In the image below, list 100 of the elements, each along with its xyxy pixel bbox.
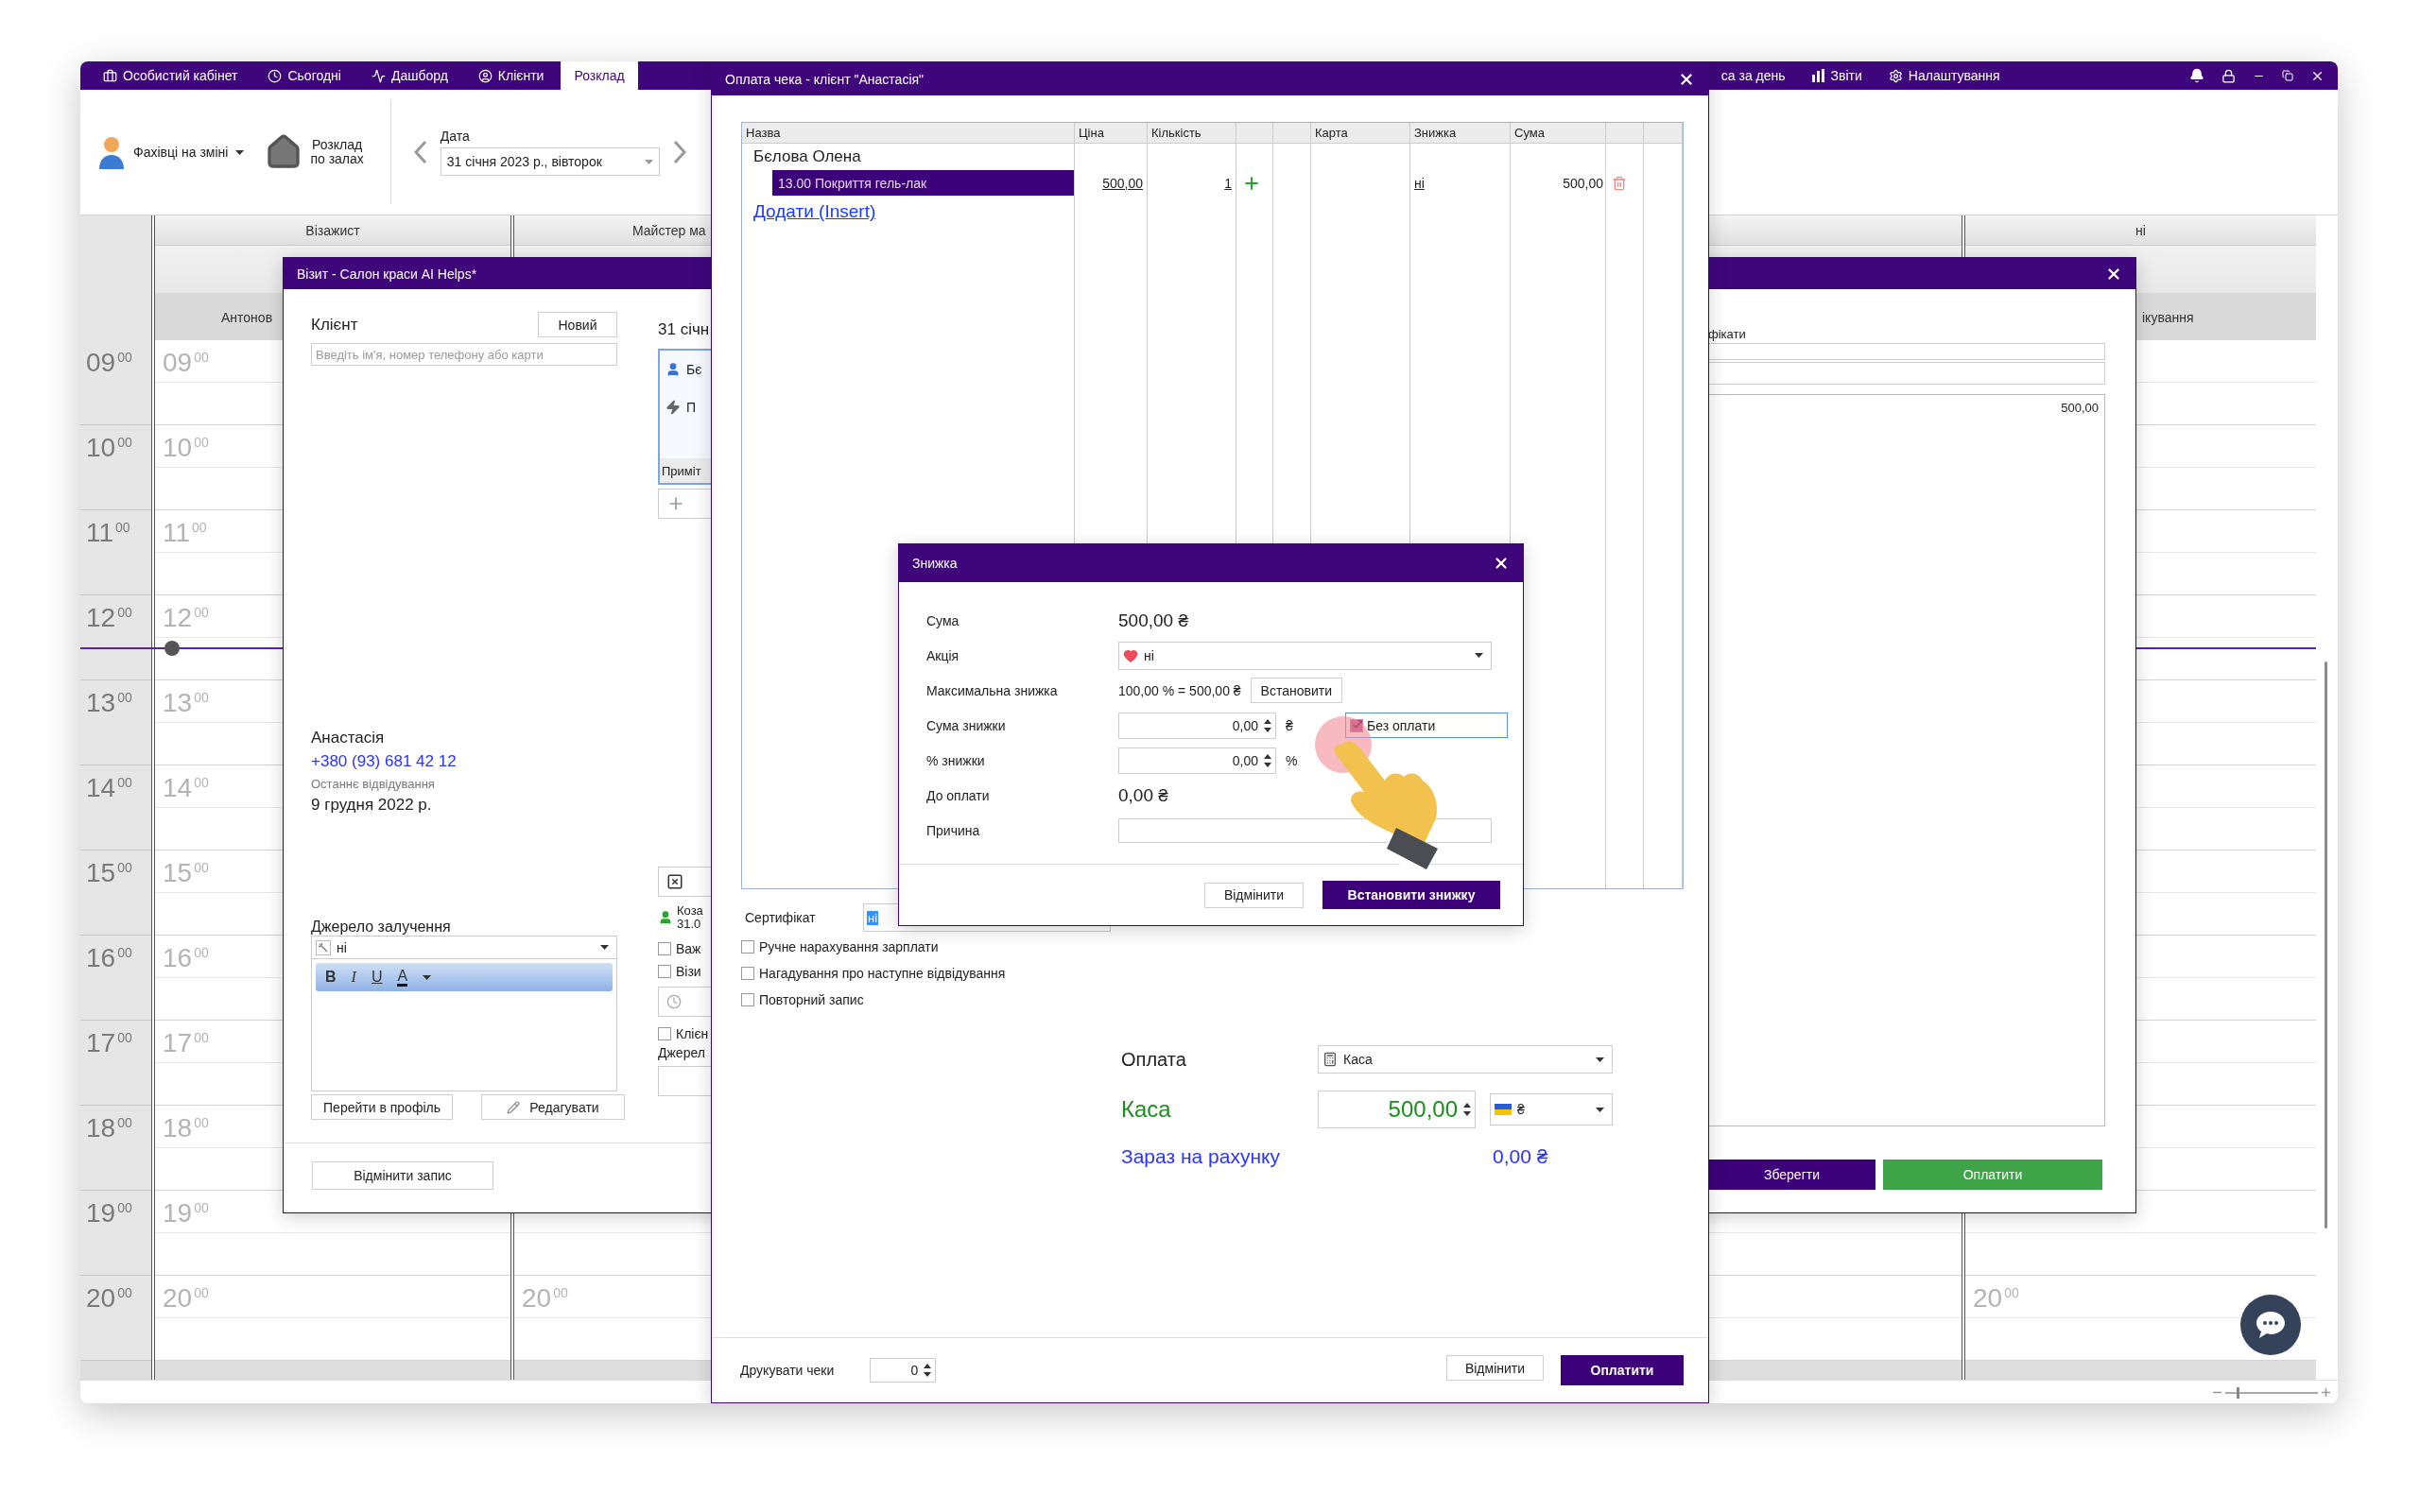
notes-editor[interactable]: B I U A	[311, 959, 617, 1091]
checkbox-icon	[666, 873, 683, 890]
input-field[interactable]	[1708, 343, 2105, 360]
currency-dropdown[interactable]: ₴	[1490, 1093, 1613, 1125]
visit-card[interactable]: Бє П Приміт	[658, 349, 712, 485]
format-button[interactable]: B	[325, 970, 337, 985]
zoom-in-icon[interactable]	[2322, 1388, 2330, 1397]
option-checkbox[interactable]: Клієн	[658, 1025, 712, 1041]
restore-icon[interactable]	[2282, 70, 2293, 81]
promo-dropdown[interactable]: ні	[1118, 641, 1492, 670]
next-day-button[interactable]	[672, 140, 686, 164]
menu-tab[interactable]: Звіти	[1798, 61, 1876, 90]
number-field[interactable]: 0,00	[1118, 712, 1276, 739]
apply-discount-button[interactable]: Встановити знижку	[1322, 881, 1500, 909]
group-name: Бєлова Олена	[752, 146, 862, 167]
list-value: 500,00	[2061, 401, 2099, 416]
card-line: Бє	[660, 351, 712, 388]
format-button[interactable]: I	[351, 970, 356, 985]
close-button[interactable]	[1493, 555, 1510, 572]
hour-label: 14$^{00}$	[86, 773, 132, 802]
hour-mark: 12$^{00}$	[163, 603, 209, 632]
balance-value: 0,00 ₴	[1492, 1145, 1549, 1168]
trash-icon[interactable]	[1612, 175, 1627, 191]
phone-link[interactable]: +380 (93) 681 42 12	[311, 752, 457, 771]
zoom-thumb[interactable]	[2237, 1386, 2240, 1399]
hour-label: 16$^{00}$	[86, 943, 132, 972]
menu-tab[interactable]: Особистий кабінет	[90, 61, 251, 90]
date-picker[interactable]: 31 січня 2023 р., вівторок	[440, 147, 660, 176]
checkbox-field[interactable]: Без оплати	[1345, 713, 1508, 738]
amount-value: 0,00 ₴	[1118, 784, 1169, 806]
save-button[interactable]: Зберегти	[1708, 1160, 1876, 1190]
specialists-button[interactable]: Фахівці на зміні	[94, 131, 249, 173]
cash-label: Каса	[1121, 1096, 1172, 1123]
column-header: Кількість	[1148, 123, 1236, 144]
checkbox[interactable]	[741, 967, 754, 980]
payment-method-dropdown[interactable]: Каса	[1318, 1045, 1613, 1074]
caret-icon	[423, 974, 432, 980]
scrollbar-thumb[interactable]	[2325, 662, 2327, 1228]
amount-field[interactable]: 500,00	[1318, 1091, 1476, 1128]
source-dropdown[interactable]: ні	[311, 936, 617, 959]
menu-tab[interactable]: Налаштування	[1875, 61, 2014, 90]
hour-mark: 09$^{00}$	[163, 348, 209, 377]
cancel-button[interactable]: Відмінити	[1446, 1355, 1544, 1381]
cancel-button[interactable]: Відмінити	[1204, 882, 1304, 908]
option-checkbox[interactable]: Важ	[658, 940, 712, 956]
option-checkbox[interactable]: Візи	[658, 963, 712, 979]
checkbox[interactable]	[658, 941, 671, 955]
field-label: Максимальна знижка	[926, 682, 1059, 698]
menu-tab[interactable]: Клієнти	[464, 61, 558, 90]
halls-button[interactable]: Розклад по залах	[261, 129, 368, 175]
set-button[interactable]: Встановити	[1250, 678, 1342, 703]
table-cell-text: 500,00	[1563, 174, 1604, 193]
hour-label: 18$^{00}$	[86, 1113, 132, 1143]
spin-arrows-icon[interactable]	[1264, 752, 1271, 768]
profile-button[interactable]: Перейти в профіль	[311, 1094, 453, 1120]
amount-value: 500,00 ₴	[1118, 610, 1189, 631]
cancel-visit-button[interactable]: Відмінити запис	[312, 1161, 493, 1190]
hour-mark: 20$^{00}$	[1973, 1283, 2019, 1313]
print-count-field[interactable]: 0	[870, 1358, 937, 1383]
zoom-out-icon[interactable]	[2213, 1391, 2221, 1394]
price-link[interactable]: 500,00	[1098, 170, 1147, 196]
person-icon	[666, 362, 681, 377]
client-search-field[interactable]: Введіть ім'я, номер телефону або карти	[311, 343, 617, 366]
checkbox[interactable]	[658, 964, 671, 978]
number-field[interactable]: 0,00	[1118, 747, 1276, 774]
menu-tab[interactable]: Сьогодні	[254, 61, 354, 90]
quantity-link[interactable]: 1	[1220, 170, 1236, 196]
option-checkbox[interactable]: Ручне нарахування зарплати	[741, 939, 1708, 954]
format-button[interactable]: A	[397, 968, 408, 987]
source-label: Джерел	[658, 1044, 705, 1060]
checkbox[interactable]	[741, 993, 754, 1006]
input-field[interactable]	[1708, 362, 2105, 385]
edit-button[interactable]: Редагувати	[481, 1094, 625, 1120]
hour-mark: 18$^{00}$	[163, 1113, 209, 1143]
menu-tab[interactable]: Дашборд	[357, 61, 461, 90]
spin-arrows-icon[interactable]	[924, 1363, 932, 1378]
new-client-button[interactable]: Новий	[538, 312, 617, 337]
hour-label: 15$^{00}$	[86, 858, 132, 887]
menu-tab[interactable]: са за день	[1717, 61, 1799, 90]
spin-arrows-icon[interactable]	[1463, 1102, 1471, 1117]
field-label: До оплати	[926, 787, 991, 803]
format-button[interactable]: U	[371, 970, 383, 985]
hour-mark: 19$^{00}$	[163, 1198, 209, 1228]
hour-label: 20$^{00}$	[86, 1283, 132, 1313]
checkbox[interactable]	[741, 940, 754, 954]
pay-button[interactable]: Оплатити	[1561, 1355, 1684, 1385]
service-row[interactable]: 13.00 Покриття гель-лак	[772, 170, 1074, 196]
bell-icon[interactable]	[2189, 68, 2204, 83]
checkbox[interactable]	[658, 1026, 671, 1040]
caret-icon	[1596, 1057, 1604, 1062]
checkbox[interactable]	[1350, 718, 1363, 732]
spin-arrows-icon[interactable]	[1264, 717, 1271, 733]
menu-tab[interactable]: Розклад	[561, 61, 638, 90]
discount-link[interactable]: ні	[1410, 170, 1428, 196]
option-checkbox[interactable]: Нагадування про наступне відвідування	[741, 966, 1708, 981]
option-checkbox[interactable]: Повторний запис	[741, 992, 1708, 1007]
lock-icon[interactable]	[2221, 68, 2236, 83]
hour-mark: 17$^{00}$	[163, 1028, 209, 1057]
previous-day-button[interactable]	[413, 140, 427, 164]
column-header: Сума	[1511, 123, 1606, 144]
